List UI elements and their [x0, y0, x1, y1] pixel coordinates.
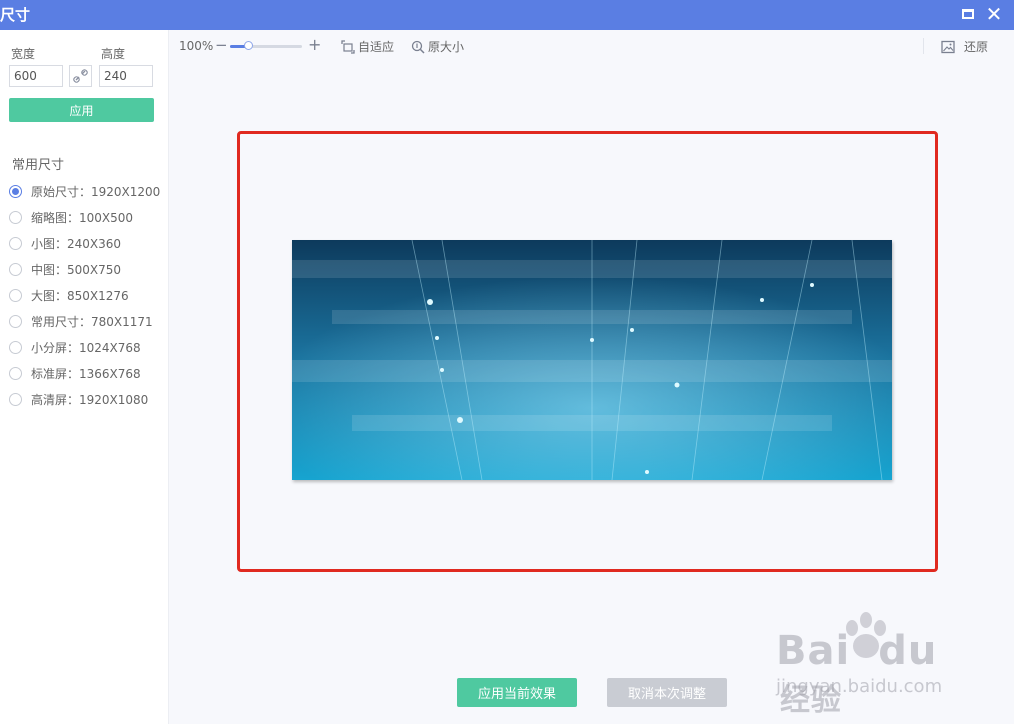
watermark-url: jingyan.baidu.com: [776, 676, 943, 697]
zoom-out-icon[interactable]: −: [215, 36, 228, 54]
radio-button[interactable]: [9, 262, 22, 276]
radio-button[interactable]: [9, 340, 22, 354]
common-sizes-title: 常用尺寸: [12, 158, 65, 173]
zoom-slider-handle[interactable]: [244, 41, 253, 50]
size-option[interactable]: 高清屏：1920X1080: [9, 386, 167, 412]
size-option[interactable]: 大图：850X1276: [9, 282, 167, 308]
size-option[interactable]: 中图：500X750: [9, 256, 167, 282]
size-option[interactable]: 原始尺寸：1920X1200: [9, 178, 167, 204]
radio-button[interactable]: [9, 392, 22, 406]
original-size-label: 原大小: [428, 40, 465, 54]
maximize-icon[interactable]: [962, 9, 974, 19]
original-size-button[interactable]: 原大小: [411, 38, 464, 55]
image-restore-icon: [941, 40, 955, 53]
cancel-adjustment-button[interactable]: 取消本次调整: [607, 678, 727, 707]
size-option-label: 原始尺寸：1920X1200: [31, 184, 161, 199]
radio-button[interactable]: [9, 236, 22, 250]
size-option-label: 小图：240X360: [31, 236, 122, 251]
image-preview[interactable]: [292, 240, 892, 480]
fit-screen-icon: [341, 39, 355, 54]
size-option[interactable]: 小图：240X360: [9, 230, 167, 256]
size-option[interactable]: 缩略图：100X500: [9, 204, 167, 230]
size-option[interactable]: 标准屏：1366X768: [9, 360, 167, 386]
editor-toolbar: 100% − + 自适应 原大小 还原: [169, 30, 1014, 60]
size-presets-list: 原始尺寸：1920X1200 缩略图：100X500 小图：240X360 中图…: [9, 178, 167, 412]
size-option-label: 标准屏：1366X768: [31, 366, 141, 381]
radio-button[interactable]: [9, 184, 22, 198]
apply-size-button[interactable]: 应用: [9, 98, 154, 122]
sidebar: 宽度 高度 应用 常用尺寸 原始尺寸：1920X1200 缩略图：100X500…: [0, 30, 169, 724]
width-input[interactable]: [9, 65, 63, 87]
width-label: 宽度: [11, 47, 36, 61]
size-option-label: 中图：500X750: [31, 262, 122, 277]
size-option-label: 高清屏：1920X1080: [31, 392, 149, 407]
radio-button[interactable]: [9, 366, 22, 380]
radio-button[interactable]: [9, 288, 22, 302]
apply-current-effect-button[interactable]: 应用当前效果: [457, 678, 577, 707]
window-title: 尺寸: [0, 6, 31, 24]
fit-label: 自适应: [358, 40, 395, 54]
window-titlebar: 尺寸 ✕: [0, 0, 1014, 30]
size-option-label: 常用尺寸：780X1171: [31, 314, 153, 329]
size-option[interactable]: 小分屏：1024X768: [9, 334, 167, 360]
preview-image: [292, 240, 892, 480]
zoom-slider[interactable]: [230, 41, 302, 50]
toolbar-divider: [923, 38, 924, 54]
size-option-label: 大图：850X1276: [31, 288, 129, 303]
height-label: 高度: [101, 47, 126, 61]
size-option-label: 小分屏：1024X768: [31, 340, 141, 355]
size-option-label: 缩略图：100X500: [31, 210, 134, 225]
baidu-watermark: Bai du经验 jingyan.baidu.com: [770, 610, 970, 718]
magnifier-icon: [411, 40, 425, 54]
chain-link-icon: [73, 69, 88, 83]
height-input[interactable]: [99, 65, 153, 87]
link-ratio-button[interactable]: [69, 65, 92, 87]
close-icon[interactable]: ✕: [985, 3, 1003, 25]
zoom-value: 100%: [179, 39, 214, 53]
watermark-brand: Bai du经验: [776, 628, 938, 718]
fit-button[interactable]: 自适应: [341, 38, 394, 55]
zoom-in-icon[interactable]: +: [308, 35, 321, 54]
size-option[interactable]: 常用尺寸：780X1171: [9, 308, 167, 334]
restore-button[interactable]: 还原: [941, 38, 988, 55]
radio-button[interactable]: [9, 210, 22, 224]
radio-button[interactable]: [9, 314, 22, 328]
restore-label: 还原: [964, 40, 989, 54]
